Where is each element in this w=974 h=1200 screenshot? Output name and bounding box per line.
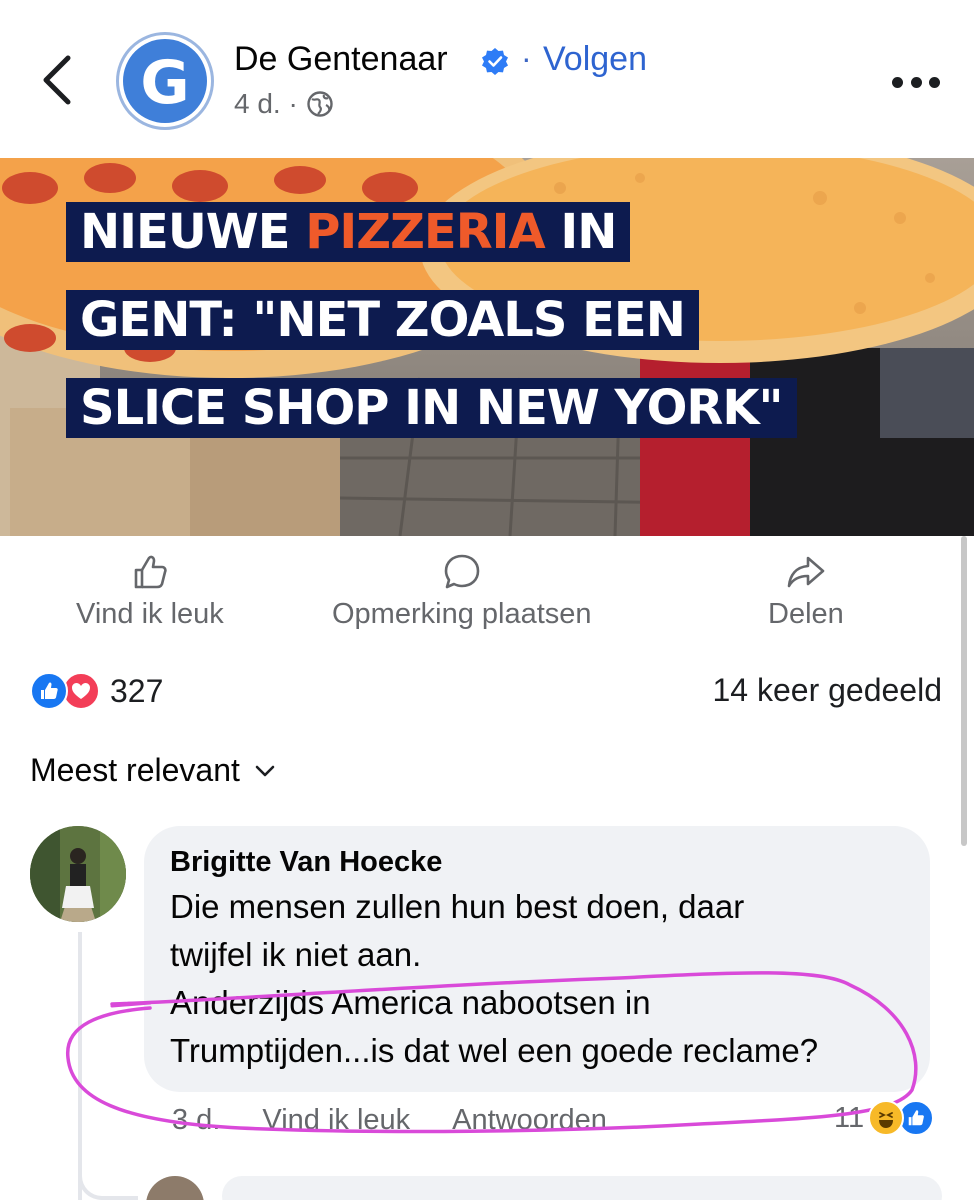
follow-button[interactable]: Volgen	[543, 40, 647, 79]
reply-bubble[interactable]	[222, 1176, 942, 1200]
back-button[interactable]	[36, 50, 80, 110]
headline-line-1: NIEUWE PIZZERIA IN	[66, 202, 631, 262]
comment-reaction-count: 11	[834, 1101, 865, 1134]
reaction-count: 327	[110, 672, 164, 709]
like-reaction-icon	[30, 672, 68, 710]
headline-accent: PIZZERIA	[305, 204, 545, 260]
comment-bubble[interactable]: Brigitte Van Hoecke Die mensen zullen hu…	[144, 826, 930, 1092]
page-name[interactable]: De Gentenaar	[234, 40, 448, 79]
comment-line: Trumptijden...is dat wel een goede recla…	[170, 1032, 819, 1069]
commenter-avatar[interactable]	[30, 826, 126, 922]
post-meta: 4 d. ·	[234, 88, 334, 120]
headline-line-3: SLICE SHOP IN NEW YORK"	[66, 378, 797, 438]
header-separator: ·	[521, 40, 532, 76]
headline-text: IN	[544, 204, 617, 260]
svg-text:G: G	[140, 48, 189, 118]
post-image[interactable]: NIEUWE PIZZERIA IN GENT: "NET ZOALS EEN …	[0, 158, 974, 536]
like-button[interactable]: Vind ik leuk	[76, 552, 224, 631]
page-avatar[interactable]: G	[116, 32, 214, 130]
scrollbar[interactable]	[961, 536, 967, 846]
post-stats: 327 14 keer gedeeld	[0, 668, 974, 718]
share-arrow-icon	[787, 556, 825, 588]
comment-line: Anderzijds America nabootsen in	[170, 984, 651, 1021]
comment-time: 3 d.	[172, 1104, 221, 1136]
more-dot	[892, 76, 903, 88]
like-button-label: Vind ik leuk	[76, 598, 224, 630]
comment-reply-button[interactable]: Antwoorden	[452, 1104, 607, 1137]
more-options-button[interactable]	[892, 62, 940, 102]
globe-icon	[307, 91, 333, 117]
comment-author[interactable]: Brigitte Van Hoecke	[170, 846, 904, 879]
logo-g-icon: G	[140, 48, 189, 118]
thread-connector	[78, 1150, 138, 1200]
headline-line-2: GENT: "NET ZOALS EEN	[66, 290, 699, 350]
post-actions: Vind ik leuk Opmerking plaatsen Delen	[0, 552, 974, 642]
more-dot	[910, 76, 922, 88]
thumbs-up-icon	[134, 555, 167, 589]
page-logo: G	[123, 39, 207, 123]
comment-line: twijfel ik niet aan.	[170, 936, 422, 973]
post-time: 4 d. ·	[234, 88, 298, 119]
headline-text: NIEUWE	[80, 204, 306, 260]
sort-label: Meest relevant	[30, 752, 240, 788]
haha-reaction-icon	[868, 1100, 905, 1136]
comment-line: Die mensen zullen hun best doen, daar	[170, 888, 745, 925]
comment-button-label: Opmerking plaatsen	[332, 598, 592, 630]
share-button[interactable]: Delen	[768, 552, 844, 631]
avatar-photo	[30, 826, 126, 922]
verified-badge-icon	[482, 48, 508, 75]
comment-button[interactable]: Opmerking plaatsen	[332, 552, 592, 631]
comment-sort-dropdown[interactable]: Meest relevant	[30, 752, 276, 789]
comment-text: Die mensen zullen hun best doen, daar tw…	[170, 883, 904, 1075]
comment-reactions[interactable]: 11	[834, 1100, 935, 1136]
headline-text: GENT: "NET ZOALS EEN	[80, 292, 686, 348]
reply-avatar[interactable]	[146, 1176, 204, 1200]
more-dot	[929, 76, 940, 88]
shares-count[interactable]: 14 keer gedeeld	[712, 672, 942, 709]
share-button-label: Delen	[768, 598, 844, 630]
comment-like-button[interactable]: Vind ik leuk	[262, 1104, 410, 1137]
chevron-left-icon	[43, 55, 71, 105]
post-header: G De Gentenaar · Volgen 4 d. ·	[0, 0, 974, 158]
comment-meta: 3 d. Vind ik leuk Antwoorden	[172, 1104, 607, 1137]
speech-bubble-icon	[444, 554, 480, 589]
reactions-summary[interactable]: 327	[30, 672, 163, 710]
headline-text: SLICE SHOP IN NEW YORK"	[80, 380, 784, 436]
chevron-down-icon	[255, 765, 275, 776]
